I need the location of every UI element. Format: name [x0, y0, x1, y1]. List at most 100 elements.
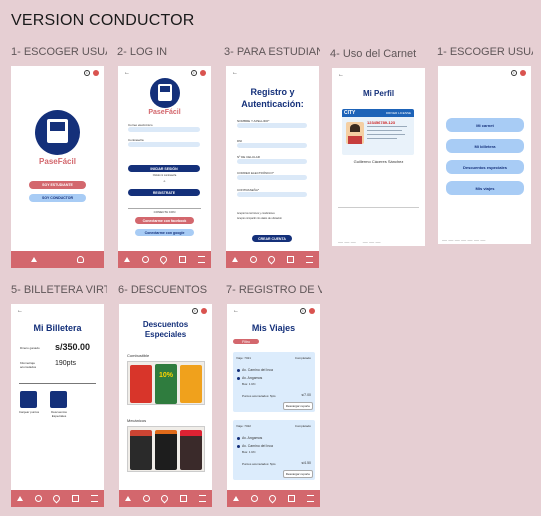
- back-arrow-icon[interactable]: ←: [17, 308, 23, 314]
- fuel-promo-2[interactable]: 10%: [155, 364, 177, 404]
- screen-login: ← i PaseFácil Correo electrónico Contrase…: [118, 66, 211, 268]
- frame-label-6[interactable]: 5- BILLETERA VIRTUAL: [11, 284, 107, 296]
- student-button[interactable]: SOY ESTUDIANTE: [29, 181, 86, 189]
- close-icon[interactable]: [93, 70, 99, 76]
- location-icon[interactable]: [268, 493, 278, 504]
- frame-label-5[interactable]: 1- ESCOGER USUARIO: [437, 46, 533, 58]
- user-icon[interactable]: [142, 495, 150, 502]
- frame-label-2[interactable]: 2- LOG IN: [117, 46, 213, 58]
- brand-name: PaseFácil: [39, 157, 76, 166]
- tag-icon[interactable]: [180, 495, 188, 502]
- frame-label-3[interactable]: 3- PARA ESTUDIANTES: [224, 46, 320, 58]
- google-button[interactable]: Conectarme con google: [135, 229, 194, 236]
- license-card[interactable]: CITY DRIVER LICENSE 123456789-123: [342, 109, 414, 155]
- close-icon[interactable]: [200, 70, 206, 76]
- location-icon[interactable]: [160, 493, 170, 504]
- card-number: 123456789-123: [367, 120, 396, 125]
- forgot-link[interactable]: Olvidé mi contraseña: [118, 174, 211, 177]
- mechanic-promo-2[interactable]: [155, 430, 177, 470]
- logo-icon: [35, 110, 80, 155]
- email-field[interactable]: [237, 175, 307, 180]
- user-icon[interactable]: [77, 256, 84, 263]
- location-icon[interactable]: [159, 254, 169, 265]
- tag-icon[interactable]: [72, 495, 80, 502]
- info-icon[interactable]: i: [84, 70, 90, 76]
- back-arrow-icon[interactable]: ←: [232, 70, 238, 76]
- phone-field[interactable]: [237, 159, 307, 164]
- download-report-button[interactable]: Descargar reporte: [282, 402, 313, 410]
- back-arrow-icon[interactable]: ←: [338, 72, 344, 78]
- password-field[interactable]: [128, 142, 200, 147]
- mechanic-promo-1[interactable]: [130, 430, 152, 470]
- name-field[interactable]: [237, 123, 307, 128]
- canvas-title: VERSION CONDUCTOR: [11, 12, 195, 29]
- home-icon[interactable]: [16, 496, 23, 501]
- redeem-points-label[interactable]: Canjear puntos: [18, 410, 40, 414]
- fuel-promo-3[interactable]: [180, 365, 202, 403]
- password-field[interactable]: [237, 192, 307, 197]
- back-arrow-icon[interactable]: ←: [124, 70, 130, 76]
- home-icon[interactable]: [31, 257, 37, 262]
- location-checkbox[interactable]: Acepto compartir mis datos de ubicación: [237, 217, 282, 220]
- home-icon[interactable]: [232, 496, 239, 501]
- user-icon[interactable]: [250, 495, 258, 502]
- tag-icon[interactable]: [179, 256, 187, 263]
- gift-icon[interactable]: [20, 391, 37, 408]
- menu-icon[interactable]: [198, 256, 206, 263]
- menu-icon[interactable]: [199, 495, 207, 502]
- location-icon[interactable]: [52, 493, 62, 504]
- info-icon[interactable]: i: [300, 308, 306, 314]
- user-icon[interactable]: [34, 495, 42, 502]
- user-icon[interactable]: [141, 256, 149, 263]
- info-icon[interactable]: i: [191, 70, 197, 76]
- menu-item-carnet[interactable]: Mi carnet: [446, 118, 524, 132]
- terms-checkbox[interactable]: Acepto los términos y condiciones: [237, 212, 275, 215]
- download-report-button[interactable]: Descargar reporte: [282, 470, 313, 478]
- screen-trips: ← i Mis Viajes Filtro Viaje: 7021 Complet…: [227, 304, 320, 507]
- special-discounts-label[interactable]: Descuentos Especiales: [48, 410, 70, 418]
- discount-icon[interactable]: [50, 391, 67, 408]
- tag-icon[interactable]: [288, 495, 296, 502]
- register-button[interactable]: REGISTRATE: [128, 189, 200, 196]
- trip-origin: Av. Angamos: [242, 436, 263, 440]
- menu-item-discounts[interactable]: Descuentos especiales: [446, 160, 524, 174]
- trip-card[interactable]: Viaje: 7022 Completado Av. Angamos Av. C…: [233, 420, 315, 480]
- fuel-promo-1[interactable]: [130, 365, 152, 403]
- home-icon[interactable]: [124, 496, 131, 501]
- frame-label-4[interactable]: 4- Uso del Carnet: [330, 48, 426, 60]
- close-icon[interactable]: [309, 308, 315, 314]
- filter-button[interactable]: Filtro: [233, 339, 259, 344]
- info-icon[interactable]: i: [192, 308, 198, 314]
- location-icon[interactable]: [267, 254, 277, 265]
- fuel-section-label: Combustible: [127, 353, 150, 358]
- close-icon[interactable]: [520, 70, 526, 76]
- home-icon[interactable]: [123, 257, 130, 262]
- earned-value: s/350.00: [55, 342, 91, 352]
- frame-label-1[interactable]: 1- ESCOGER USUARIO: [11, 46, 107, 58]
- wallet-title: Mi Billetera: [33, 323, 82, 333]
- menu-item-wallet[interactable]: Mi billetera: [446, 139, 524, 153]
- frame-label-7[interactable]: 6- DESCUENTOS: [118, 284, 214, 296]
- user-icon[interactable]: [249, 256, 257, 263]
- close-icon[interactable]: [201, 308, 207, 314]
- frame-label-8[interactable]: 7- REGISTRO DE VIAJES: [226, 284, 322, 296]
- menu-icon[interactable]: [307, 495, 315, 502]
- menu-icon[interactable]: [306, 256, 314, 263]
- info-icon[interactable]: i: [511, 70, 517, 76]
- mechanic-promo-3[interactable]: [180, 430, 202, 470]
- menu-icon[interactable]: [91, 495, 99, 502]
- trip-card[interactable]: Viaje: 7021 Completado Av. Camino del In…: [233, 352, 315, 412]
- bottom-nav: [226, 251, 319, 268]
- destination-icon: [237, 445, 240, 448]
- email-field[interactable]: [128, 127, 200, 132]
- facebook-button[interactable]: Conectarme con facebook: [135, 217, 194, 224]
- driver-button[interactable]: SOY CONDUCTOR: [29, 194, 86, 202]
- back-arrow-icon[interactable]: ←: [233, 308, 239, 314]
- login-button[interactable]: INICIAR SESIÓN: [128, 165, 200, 172]
- home-icon[interactable]: [231, 257, 238, 262]
- create-account-button[interactable]: CREAR CUENTA: [252, 235, 292, 242]
- trip-status: Completado: [294, 356, 311, 360]
- dni-field[interactable]: [237, 143, 307, 148]
- tag-icon[interactable]: [287, 256, 295, 263]
- menu-item-trips[interactable]: Mis viajes: [446, 181, 524, 195]
